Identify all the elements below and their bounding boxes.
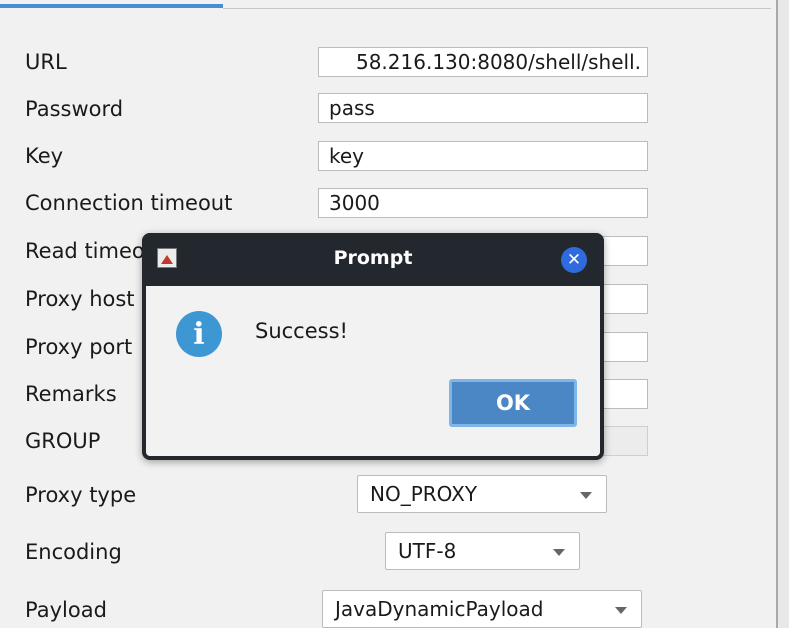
encoding-select[interactable]: UTF-8 bbox=[385, 532, 580, 570]
payload-label: Payload bbox=[25, 598, 107, 622]
proxy-type-label: Proxy type bbox=[25, 483, 137, 507]
prompt-dialog: Prompt ✕ i Success! OK bbox=[142, 233, 604, 460]
encoding-label: Encoding bbox=[25, 540, 122, 564]
chevron-down-icon bbox=[615, 607, 627, 614]
connection-timeout-label: Connection timeout bbox=[25, 191, 233, 215]
connection-timeout-input[interactable]: 3000 bbox=[318, 188, 648, 218]
active-tab-indicator bbox=[0, 4, 223, 8]
close-icon[interactable]: ✕ bbox=[561, 247, 587, 273]
url-label: URL bbox=[25, 50, 67, 74]
tab-bar bbox=[0, 0, 789, 10]
group-label: GROUP bbox=[25, 429, 101, 453]
dialog-title: Prompt bbox=[333, 247, 413, 269]
payload-value: JavaDynamicPayload bbox=[335, 597, 544, 621]
proxy-type-value: NO_PROXY bbox=[370, 482, 478, 506]
scrollbar-track[interactable] bbox=[778, 0, 789, 628]
ok-button[interactable]: OK bbox=[449, 379, 577, 427]
url-input[interactable]: 58.216.130:8080/shell/shell. bbox=[318, 47, 648, 77]
tab-divider bbox=[223, 8, 771, 9]
chevron-down-icon bbox=[553, 549, 565, 556]
proxy-port-label: Proxy port bbox=[25, 335, 133, 359]
chevron-down-icon bbox=[580, 492, 592, 499]
payload-select[interactable]: JavaDynamicPayload bbox=[322, 590, 642, 628]
dialog-message: Success! bbox=[255, 319, 348, 343]
password-input[interactable]: pass bbox=[318, 93, 648, 123]
proxy-type-select[interactable]: NO_PROXY bbox=[357, 475, 607, 513]
info-icon: i bbox=[176, 311, 222, 357]
key-label: Key bbox=[25, 144, 64, 168]
password-label: Password bbox=[25, 97, 124, 121]
remarks-label: Remarks bbox=[25, 382, 117, 406]
key-input[interactable]: key bbox=[318, 141, 648, 171]
proxy-host-label: Proxy host bbox=[25, 287, 135, 311]
encoding-value: UTF-8 bbox=[398, 539, 457, 563]
dialog-titlebar[interactable]: Prompt ✕ bbox=[142, 233, 604, 286]
